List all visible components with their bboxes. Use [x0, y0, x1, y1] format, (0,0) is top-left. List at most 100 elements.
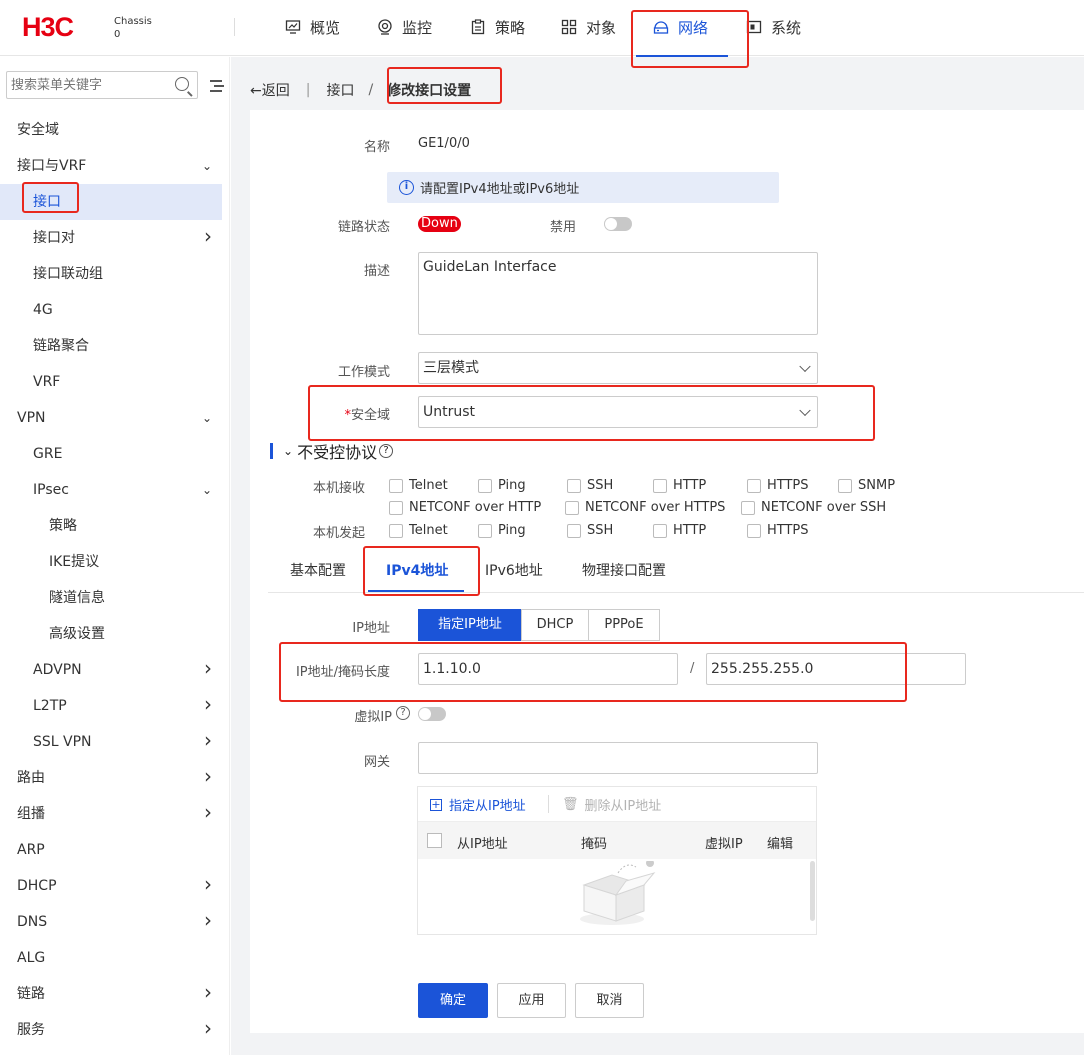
checkbox-box[interactable] — [567, 478, 581, 493]
nav-overview[interactable]: 概览 — [285, 15, 340, 39]
checkbox-box[interactable] — [565, 500, 579, 515]
chevron-right-icon: › — [204, 728, 212, 752]
select-all-checkbox[interactable] — [427, 833, 442, 848]
table-scrollbar[interactable] — [810, 861, 815, 921]
sidebar-item[interactable]: DHCP › — [0, 868, 222, 904]
cancel-button[interactable]: 取消 — [575, 983, 644, 1018]
sidebar-item[interactable]: 4G — [0, 292, 222, 328]
protocol-checkbox[interactable]: Ping — [478, 523, 526, 538]
protocol-section-header[interactable]: ⌄ 不受控协议 ? — [270, 441, 394, 462]
sidebar-item[interactable]: 隧道信息 — [0, 580, 222, 616]
sidebar-item[interactable]: ADVPN › — [0, 652, 222, 688]
mode-dhcp[interactable]: DHCP — [521, 609, 589, 641]
sidebar-item[interactable]: 链路聚合 — [0, 328, 222, 364]
sidebar-item[interactable]: SSL VPN › — [0, 724, 222, 760]
add-secondary-ip-button[interactable]: + 指定从IP地址 — [430, 795, 526, 814]
checkbox-box[interactable] — [747, 523, 761, 538]
checkbox-box[interactable] — [389, 478, 403, 493]
sidebar-item[interactable]: IPsec ⌄ — [0, 472, 222, 508]
work-mode-select[interactable]: 三层模式 — [418, 352, 818, 384]
mode-pppoe[interactable]: PPPoE — [588, 609, 660, 641]
sidebar-item-label: 服务 — [17, 1022, 45, 1038]
nav-object[interactable]: 对象 — [561, 15, 616, 39]
protocol-checkbox[interactable]: NETCONF over SSH — [741, 500, 886, 515]
sidebar-item[interactable]: 服务 › — [0, 1012, 222, 1048]
ip-address-input[interactable]: 1.1.10.0 — [418, 653, 678, 685]
checkbox-box[interactable] — [838, 478, 852, 493]
protocol-checkbox[interactable]: SSH — [567, 523, 613, 538]
sidebar-item[interactable]: ALG — [0, 940, 222, 976]
sidebar-item[interactable]: VPN ⌄ — [0, 400, 222, 436]
nav-monitor[interactable]: 监控 — [377, 15, 432, 39]
disable-label: 禁用 — [549, 220, 576, 235]
protocol-checkbox[interactable]: NETCONF over HTTPS — [565, 500, 725, 515]
nav-network[interactable]: 网络 — [653, 15, 708, 39]
sidebar-item[interactable]: 高级设置 — [0, 616, 222, 652]
checkbox-box[interactable] — [741, 500, 755, 515]
protocol-checkbox[interactable]: Telnet — [389, 478, 448, 493]
checkbox-box[interactable] — [389, 523, 403, 538]
protocol-checkbox[interactable]: NETCONF over HTTP — [389, 500, 541, 515]
search-icon[interactable] — [175, 77, 189, 91]
table-header: 从IP地址 掩码 虚拟IP 编辑 — [418, 821, 816, 859]
ok-button[interactable]: 确定 — [418, 983, 488, 1018]
checkbox-box[interactable] — [653, 523, 667, 538]
sidebar-item[interactable]: ARP — [0, 832, 222, 868]
breadcrumb-interface[interactable]: 接口 — [326, 80, 354, 100]
sidebar-item[interactable]: 组播 › — [0, 796, 222, 832]
sidebar-item[interactable]: DNS › — [0, 904, 222, 940]
protocol-checkbox[interactable]: SSH — [567, 478, 613, 493]
tab-ipv4[interactable]: IPv4地址 — [386, 560, 448, 580]
sidebar-item[interactable]: GRE — [0, 436, 222, 472]
checkbox-box[interactable] — [653, 478, 667, 493]
tab-ipv6[interactable]: IPv6地址 — [485, 560, 543, 580]
back-link[interactable]: ←返回 — [250, 80, 290, 100]
sidebar-item[interactable]: 接口对 › — [0, 220, 222, 256]
gateway-input[interactable] — [418, 742, 818, 774]
security-zone-select[interactable]: Untrust — [418, 396, 818, 428]
help-icon[interactable]: ? — [396, 706, 410, 720]
disable-toggle[interactable] — [604, 217, 632, 231]
mask-input[interactable]: 255.255.255.0 — [706, 653, 966, 685]
mode-static-ip[interactable]: 指定IP地址 — [418, 609, 522, 641]
sidebar-item[interactable]: 接口联动组 — [0, 256, 222, 292]
description-textarea[interactable]: GuideLan Interface — [418, 252, 818, 335]
protocol-checkbox[interactable]: SNMP — [838, 478, 895, 493]
sidebar-item[interactable]: 接口与VRF ⌄ — [0, 148, 222, 184]
protocol-checkbox[interactable]: HTTPS — [747, 478, 809, 493]
tab-basic[interactable]: 基本配置 — [290, 560, 346, 580]
sidebar-item[interactable]: 路由 › — [0, 760, 222, 796]
protocol-checkbox[interactable]: HTTP — [653, 478, 706, 493]
sidebar-item[interactable]: VRF — [0, 364, 222, 400]
sidebar-item[interactable]: 安全域 — [0, 112, 222, 148]
chevron-right-icon: › — [204, 1016, 212, 1040]
sidebar-item[interactable]: L2TP › — [0, 688, 222, 724]
sidebar-item[interactable]: 链路 › — [0, 976, 222, 1012]
delete-secondary-ip-button[interactable]: 🗑 删除从IP地址 — [562, 795, 661, 814]
apply-button[interactable]: 应用 — [497, 983, 566, 1018]
sidebar-item[interactable]: 接口 — [0, 184, 222, 220]
checkbox-box[interactable] — [478, 478, 492, 493]
virtual-ip-toggle[interactable] — [418, 707, 446, 721]
checkbox-box[interactable] — [389, 500, 403, 515]
protocol-checkbox[interactable]: Telnet — [389, 523, 448, 538]
sidebar-item[interactable]: 策略 — [0, 508, 222, 544]
help-icon[interactable]: ? — [379, 444, 394, 458]
tab-physical[interactable]: 物理接口配置 — [582, 560, 666, 580]
nav-system[interactable]: 系统 — [746, 15, 801, 39]
protocol-checkbox[interactable]: HTTP — [653, 523, 706, 538]
info-text: 请配置IPv4地址或IPv6地址 — [420, 182, 580, 197]
nav-policy[interactable]: 策略 — [470, 15, 525, 39]
sidebar-item[interactable]: IKE提议 — [0, 544, 222, 580]
protocol-checkbox[interactable]: Ping — [478, 478, 526, 493]
collapse-menu-icon[interactable] — [210, 80, 224, 92]
breadcrumb-slash: / — [368, 82, 374, 98]
send-label: 本机发起 — [312, 526, 365, 541]
checkbox-box[interactable] — [567, 523, 581, 538]
link-status-label: 链路状态 — [337, 220, 390, 235]
checkbox-label: Ping — [498, 523, 526, 538]
checkbox-box[interactable] — [747, 478, 761, 493]
protocol-checkbox[interactable]: HTTPS — [747, 523, 809, 538]
search-input[interactable] — [7, 72, 167, 98]
checkbox-box[interactable] — [478, 523, 492, 538]
